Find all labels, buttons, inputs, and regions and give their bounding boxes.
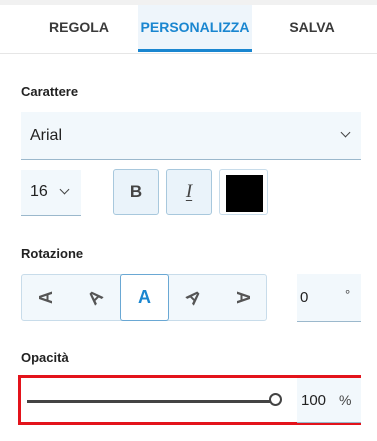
rotation-button-group: A A A A A [21, 274, 267, 321]
tab-salva[interactable]: SALVA [274, 5, 350, 52]
opacity-input[interactable]: 100 % [297, 378, 361, 423]
tab-regola[interactable]: REGOLA [36, 5, 122, 52]
customize-panel: REGOLA PERSONALIZZA SALVA Carattere Aria… [0, 0, 377, 441]
tab-bar: REGOLA PERSONALIZZA SALVA [0, 5, 377, 54]
chevron-down-icon [59, 184, 70, 195]
opacity-slider-thumb[interactable] [269, 393, 282, 406]
rotation-degree-unit: ° [345, 287, 351, 302]
opacity-value: 100 [301, 392, 327, 409]
rotated-a-icon: A [182, 285, 206, 309]
rotation-angle-value: 0 [300, 289, 309, 306]
font-size-value: 16 [30, 183, 48, 200]
font-family-value: Arial [30, 127, 63, 144]
rotated-a-icon: A [36, 291, 56, 304]
rotate-right-45-button[interactable]: A [169, 275, 218, 320]
rotate-right-90-button[interactable]: A [218, 275, 267, 320]
rotate-left-45-button[interactable]: A [71, 275, 120, 320]
bold-icon: B [129, 182, 143, 201]
rotated-a-icon: A [233, 291, 253, 304]
font-size-select[interactable]: 16 [21, 170, 81, 216]
rotate-none-button[interactable]: A [120, 274, 169, 321]
chevron-down-icon [340, 127, 351, 138]
italic-icon: I [185, 181, 193, 202]
opacity-highlight-box: 100 % [18, 375, 361, 425]
tab-personalizza[interactable]: PERSONALIZZA [138, 5, 252, 52]
rotation-angle-input[interactable]: 0 ° [297, 274, 361, 322]
bold-button[interactable]: B [113, 169, 159, 215]
opacity-percent-unit: % [339, 392, 352, 408]
italic-button[interactable]: I [166, 169, 212, 215]
opacity-slider-track[interactable] [27, 400, 279, 403]
rotated-a-icon: A [138, 287, 151, 307]
font-section-label: Carattere [21, 84, 79, 99]
rotated-a-icon: A [83, 285, 107, 309]
color-swatch [226, 175, 263, 212]
rotate-left-90-button[interactable]: A [22, 275, 71, 320]
opacity-section-label: Opacità [21, 350, 69, 365]
text-color-button[interactable] [219, 169, 268, 215]
rotation-section-label: Rotazione [21, 246, 84, 261]
font-family-select[interactable]: Arial [21, 112, 361, 160]
